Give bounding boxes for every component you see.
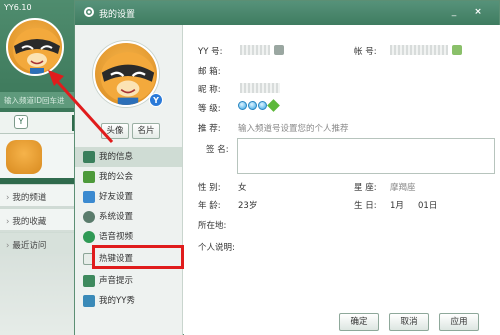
menu-label: 系统设置 [99, 212, 134, 222]
channel-banner[interactable] [0, 134, 84, 178]
close-button[interactable]: × [471, 6, 485, 19]
signature-input[interactable] [237, 138, 495, 174]
gear-icon [84, 7, 94, 17]
cancel-button[interactable]: 取消 [389, 313, 429, 331]
birthday-month: 1月 [390, 201, 404, 211]
menu-my-guild[interactable]: 我的公会 [75, 167, 182, 187]
age-value: 23岁 [238, 201, 258, 211]
change-avatar-button[interactable]: 头像 [101, 123, 129, 139]
account-value [390, 45, 448, 55]
yy-logo-tab-icon[interactable]: Y [14, 115, 28, 129]
menu-sound-alerts[interactable]: 声音提示 [75, 271, 182, 291]
id-card-icon [83, 151, 95, 163]
nickname-label: 昵 称: [198, 85, 221, 95]
edit-account-icon[interactable] [452, 45, 462, 55]
chevron-right-icon: › [6, 241, 10, 251]
diamond-icon [258, 101, 267, 110]
menu-friend-settings[interactable]: 好友设置 [75, 187, 182, 207]
minimize-button[interactable]: _ [447, 6, 461, 19]
leaf-icon [267, 99, 280, 112]
copy-icon[interactable] [274, 45, 284, 55]
profile-panel: YY 号: 帐 号: 邮 箱: 昵 称: 等 级: 推 荐: 输入频道号设置您的… [184, 25, 500, 335]
signature-label: 签 名: [206, 145, 229, 155]
dialog-title: 我的设置 [99, 10, 136, 20]
menu-label: 语音视频 [99, 232, 134, 242]
settings-dialog: 我的设置 _ × Y 头像 名片 我的信息 我的公会 好友设置 系统设置 语音视… [74, 0, 500, 335]
user-avatar[interactable] [6, 18, 64, 76]
raccoon-mascot-icon [13, 28, 61, 74]
webcam-icon [83, 231, 95, 243]
nav-my-channels[interactable]: › 我的频道 [0, 184, 84, 206]
recommend-label: 推 荐: [198, 124, 221, 134]
chevron-right-icon: › [6, 217, 10, 227]
flag-icon [83, 171, 95, 183]
yy-number-label: YY 号: [198, 47, 223, 57]
verified-badge-icon: Y [149, 93, 163, 107]
zodiac-value: 摩羯座 [390, 183, 416, 193]
menu-label: 我的YY秀 [99, 296, 135, 306]
yy-main-panel: YY6.10 输入频道ID回车进 Y › 我的频道 › 我的收藏 › 最近访问 [0, 0, 84, 335]
menu-my-yy-show[interactable]: 我的YY秀 [75, 291, 182, 311]
level-label: 等 级: [198, 104, 221, 114]
menu-label: 我的公会 [99, 172, 134, 182]
age-label: 年 龄: [198, 201, 221, 211]
gender-value: 女 [238, 183, 247, 193]
chevron-right-icon: › [6, 193, 10, 203]
nickname-value [240, 83, 280, 93]
dialog-titlebar[interactable]: 我的设置 _ × [75, 1, 499, 25]
nav-recent-visits[interactable]: › 最近访问 [0, 232, 84, 254]
yy-number-value [240, 45, 270, 55]
menu-system-settings[interactable]: 系统设置 [75, 207, 182, 227]
mascot-video-icon [6, 140, 42, 174]
ok-button[interactable]: 确定 [339, 313, 379, 331]
nav-label: 最近访问 [12, 241, 47, 251]
main-tab-bar: Y [0, 112, 84, 134]
zodiac-label: 星 座: [354, 183, 377, 193]
birthday-day: 01日 [418, 201, 438, 211]
diamond-icon [248, 101, 257, 110]
menu-label: 好友设置 [99, 192, 134, 202]
menu-voice-video[interactable]: 语音视频 [75, 227, 182, 247]
birthday-label: 生 日: [354, 201, 377, 211]
business-card-button[interactable]: 名片 [132, 123, 160, 139]
account-label: 帐 号: [354, 47, 377, 57]
location-label: 所在地: [198, 221, 227, 231]
app-title: YY6.10 [4, 3, 32, 12]
email-label: 邮 箱: [198, 67, 221, 77]
level-badges [238, 99, 280, 112]
music-note-icon [83, 275, 95, 287]
nav-label: 我的收藏 [12, 217, 47, 227]
apply-button[interactable]: 应用 [439, 313, 479, 331]
recommend-input[interactable]: 输入频道号设置您的个人推荐 [238, 122, 349, 134]
hotkey-highlight-annotation [92, 245, 184, 269]
nav-label: 我的频道 [12, 193, 47, 203]
friends-icon [83, 191, 95, 203]
channel-search-input[interactable]: 输入频道ID回车进 [0, 92, 84, 108]
nav-my-favorites[interactable]: › 我的收藏 [0, 208, 84, 230]
bio-label: 个人说明: [198, 243, 235, 253]
menu-label: 声音提示 [99, 276, 134, 286]
gender-label: 性 别: [198, 183, 221, 193]
menu-label: 我的信息 [99, 152, 134, 162]
gear-icon [83, 211, 95, 223]
settings-sidebar: Y 头像 名片 我的信息 我的公会 好友设置 系统设置 语音视频 热键设置 声音… [75, 25, 183, 335]
menu-my-info[interactable]: 我的信息 [75, 147, 182, 167]
shirt-icon [83, 295, 95, 307]
diamond-icon [238, 101, 247, 110]
